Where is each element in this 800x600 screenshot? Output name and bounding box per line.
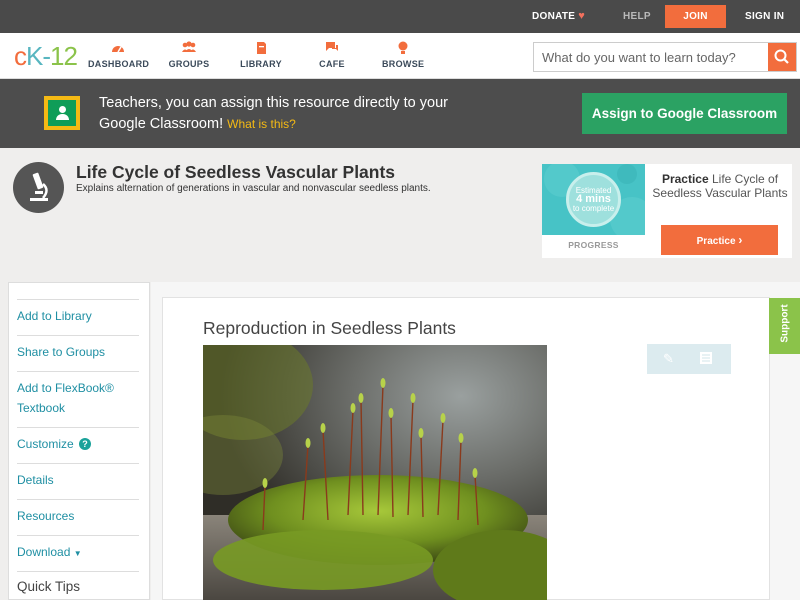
sidebar-item-share-to-groups[interactable]: Share to Groups xyxy=(17,342,139,362)
sidebar-item-customize[interactable]: Customize ? xyxy=(17,434,139,454)
cafe-icon xyxy=(318,41,346,57)
browse-icon xyxy=(382,41,424,57)
help-link[interactable]: HELP xyxy=(623,0,651,33)
groups-icon xyxy=(168,41,210,57)
help-icon[interactable]: ? xyxy=(79,438,92,450)
what-is-this-link[interactable]: What is this? xyxy=(227,117,296,131)
assign-google-classroom-button[interactable]: Assign to Google Classroom xyxy=(582,93,787,134)
microscope-icon xyxy=(13,162,64,213)
main-navigation: cK-12 DASHBOARD GROUPS LIBRARY CAFE BROW… xyxy=(0,33,800,79)
search-button[interactable] xyxy=(768,43,796,71)
donate-link[interactable]: DONATE ♥ xyxy=(532,0,585,33)
join-button[interactable]: JOIN xyxy=(665,5,726,28)
moss-sporophytes-image xyxy=(203,345,547,600)
progress-panel: Estimated 4 mins to complete PROGRESS xyxy=(542,164,645,258)
quick-tips-heading: Quick Tips xyxy=(17,579,81,594)
practice-title: Practice Life Cycle of Seedless Vascular… xyxy=(652,172,788,200)
sign-in-link[interactable]: SIGN IN xyxy=(745,0,784,33)
concept-header: Life Cycle of Seedless Vascular Plants E… xyxy=(0,148,800,278)
lesson-card: Reproduction in Seedless Plants ✎ xyxy=(162,297,770,600)
page-title: Life Cycle of Seedless Vascular Plants xyxy=(76,162,396,182)
nav-cafe[interactable]: CAFE xyxy=(318,41,346,69)
top-utility-bar: DONATE ♥ HELP JOIN SIGN IN xyxy=(0,0,800,33)
practice-button[interactable]: Practice › xyxy=(661,225,778,255)
dashboard-icon xyxy=(88,41,148,57)
page-subtitle: Explains alternation of generations in v… xyxy=(76,183,431,194)
sidebar-item-add-to-library[interactable]: Add to Library xyxy=(17,306,139,326)
sidebar-item-add-to-flexbook[interactable]: Add to FlexBook® Textbook xyxy=(17,378,139,418)
search-icon xyxy=(774,49,789,64)
nav-groups[interactable]: GROUPS xyxy=(168,41,210,69)
progress-label: PROGRESS xyxy=(568,240,619,250)
support-tab[interactable]: Support xyxy=(769,298,800,354)
heart-icon: ♥ xyxy=(578,10,586,22)
caret-down-icon: ▼ xyxy=(73,549,82,558)
main-content: Reproduction in Seedless Plants ✎ xyxy=(151,282,800,600)
pencil-icon[interactable]: ✎ xyxy=(663,351,674,367)
sidebar-item-resources[interactable]: Resources xyxy=(17,506,139,526)
search-input[interactable] xyxy=(534,43,768,71)
nav-dashboard[interactable]: DASHBOARD xyxy=(88,41,149,69)
notes-icon[interactable] xyxy=(699,351,713,368)
search-box xyxy=(533,42,797,72)
library-icon xyxy=(240,41,282,57)
sidebar: Add to Library Share to Groups Add to Fl… xyxy=(8,282,150,600)
google-classroom-icon xyxy=(44,96,80,130)
practice-card: Estimated 4 mins to complete PROGRESS Pr… xyxy=(542,164,792,258)
nav-library[interactable]: LIBRARY xyxy=(240,41,282,69)
sidebar-item-download[interactable]: Download ▼ xyxy=(17,542,139,564)
section-heading: Reproduction in Seedless Plants xyxy=(203,318,456,338)
sidebar-item-details[interactable]: Details xyxy=(17,470,139,490)
ck12-logo[interactable]: cK-12 xyxy=(14,42,78,70)
classroom-message: Teachers, you can assign this resource d… xyxy=(99,95,448,132)
nav-browse[interactable]: BROWSE xyxy=(382,41,424,69)
estimated-time-badge: Estimated 4 mins to complete xyxy=(566,172,621,227)
chevron-right-icon: › xyxy=(738,233,743,247)
annotation-tools: ✎ xyxy=(647,344,731,374)
google-classroom-banner: Teachers, you can assign this resource d… xyxy=(0,79,800,148)
